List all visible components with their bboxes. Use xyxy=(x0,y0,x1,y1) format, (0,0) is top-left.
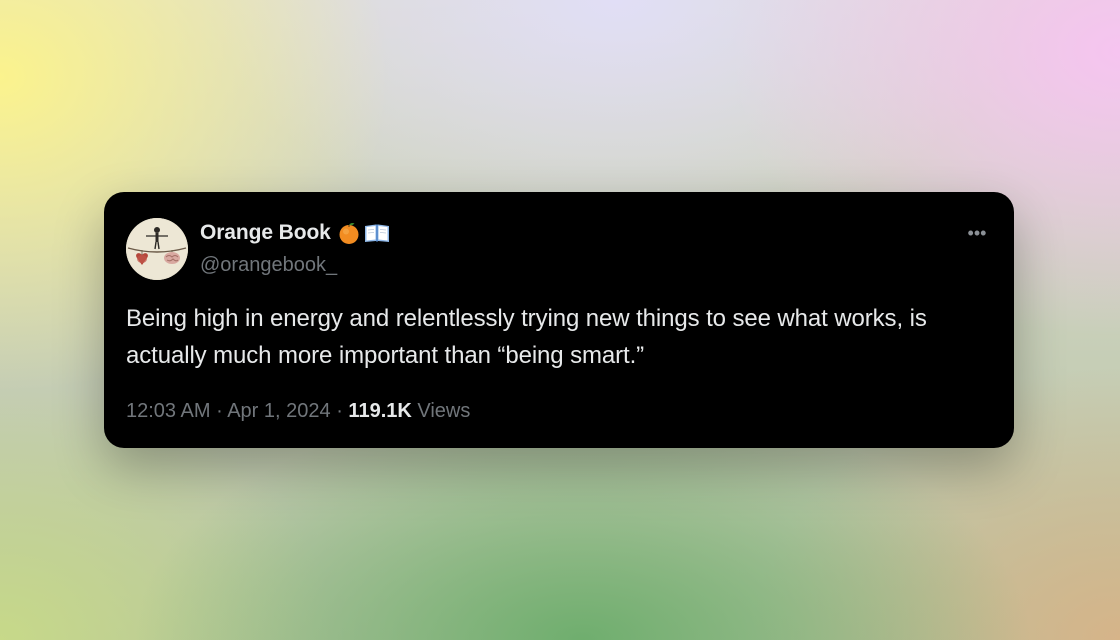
more-options-button[interactable]: ••• xyxy=(964,222,990,244)
tweet-meta: 12:03 AM · Apr 1, 2024 · 119.1K Views xyxy=(126,400,470,423)
meta-separator: · xyxy=(216,400,223,422)
author-display-name[interactable]: Orange Book xyxy=(200,221,331,245)
meta-separator: · xyxy=(336,400,343,422)
author-badges xyxy=(337,221,393,245)
orange-emoji-icon xyxy=(339,223,359,244)
open-book-emoji-icon xyxy=(364,224,389,242)
author-handle[interactable]: @orangebook_ xyxy=(200,254,337,277)
tweet-text: Being high in energy and relentlessly tr… xyxy=(126,305,927,369)
tweet-date[interactable]: Apr 1, 2024 xyxy=(227,400,330,422)
tweet-time[interactable]: 12:03 AM xyxy=(126,400,211,422)
views-label: Views xyxy=(417,400,471,422)
tweet-card: Orange Book @orangebook_ ••• Being high … xyxy=(104,192,1014,448)
more-horizontal-icon: ••• xyxy=(967,223,987,243)
author-avatar[interactable] xyxy=(126,218,188,280)
tightrope-walker-avatar-image xyxy=(126,218,188,280)
author-name-row: Orange Book xyxy=(200,220,393,246)
views-count[interactable]: 119.1K xyxy=(348,400,411,422)
